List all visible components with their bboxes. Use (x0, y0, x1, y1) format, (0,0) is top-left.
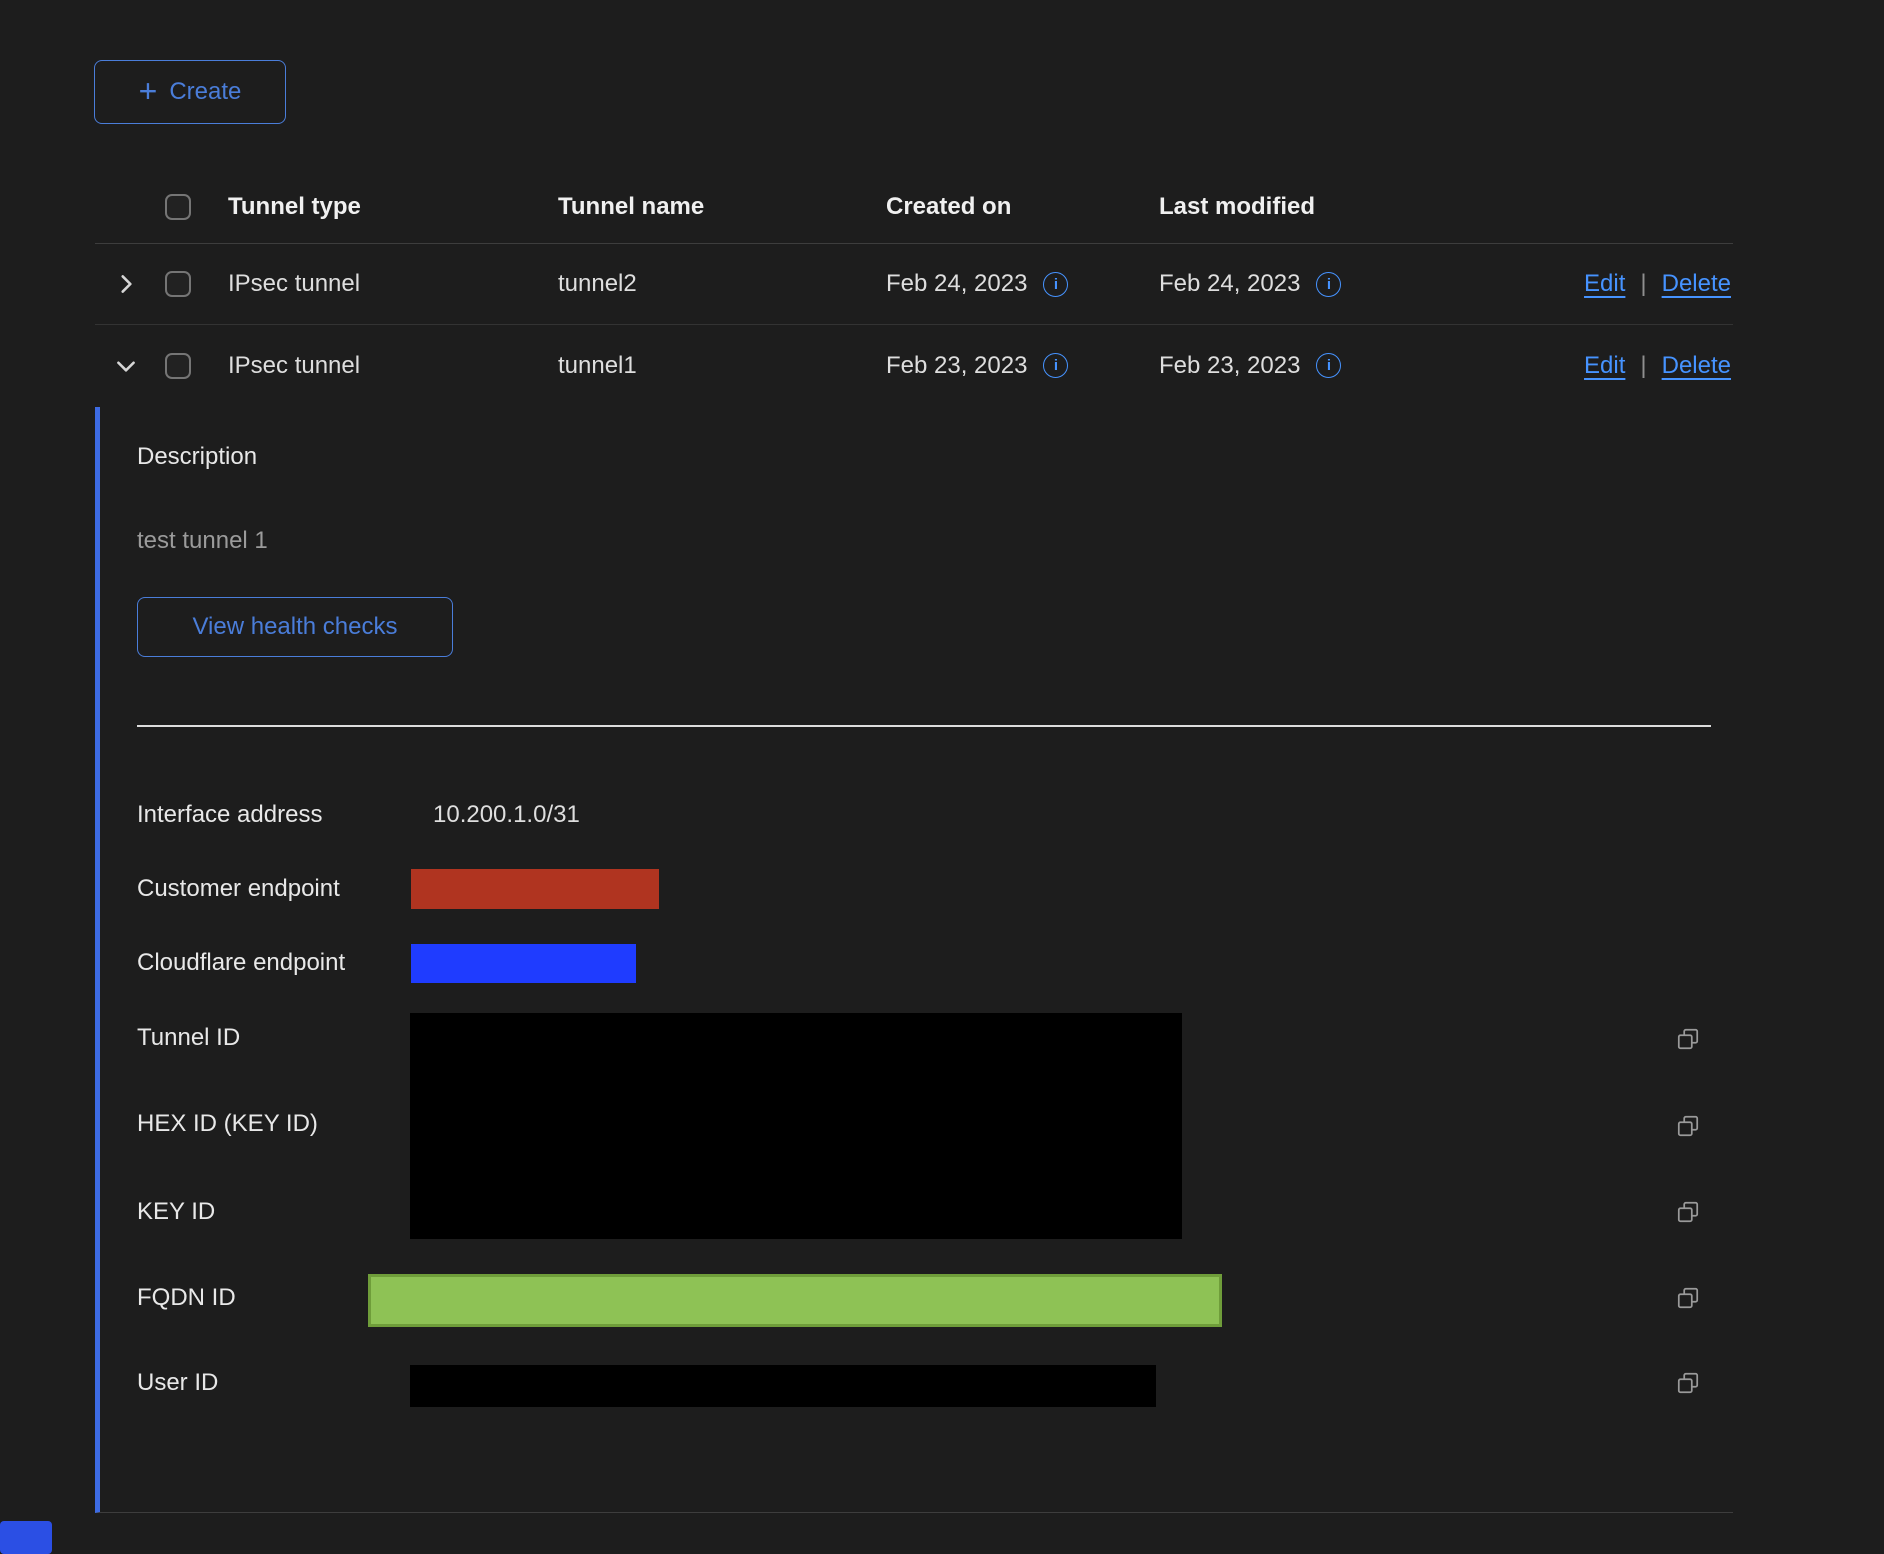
redacted-cloudflare-endpoint-value (411, 944, 636, 983)
tunnel-type-cell: IPsec tunnel (228, 270, 558, 298)
plus-icon: + (139, 75, 158, 107)
info-icon[interactable]: i (1043, 272, 1068, 297)
user-id-label: User ID (137, 1369, 218, 1397)
cloudflare-endpoint-label: Cloudflare endpoint (137, 949, 345, 977)
copy-icon[interactable] (1675, 1026, 1701, 1052)
table-row: IPsec tunnel tunnel1 Feb 23, 2023 i Feb … (95, 325, 1733, 406)
tunnel-id-label: Tunnel ID (137, 1024, 240, 1052)
description-value: test tunnel 1 (137, 527, 268, 555)
action-separator: | (1640, 352, 1646, 380)
interface-address-value: 10.200.1.0/31 (433, 801, 580, 829)
copy-icon[interactable] (1675, 1370, 1701, 1396)
created-on-value: Feb 24, 2023 (886, 270, 1027, 298)
create-button[interactable]: + Create (94, 60, 286, 124)
column-header-tunnel-name: Tunnel name (558, 193, 886, 221)
table-row: IPsec tunnel tunnel2 Feb 24, 2023 i Feb … (95, 244, 1733, 325)
tunnels-table: Tunnel type Tunnel name Created on Last … (95, 170, 1733, 406)
section-divider (137, 725, 1711, 727)
tunnel-name-cell: tunnel2 (558, 270, 886, 298)
copy-icon[interactable] (1675, 1199, 1701, 1225)
column-header-tunnel-type: Tunnel type (228, 193, 558, 221)
chevron-down-icon[interactable] (113, 353, 139, 379)
delete-link[interactable]: Delete (1662, 270, 1731, 298)
create-button-label: Create (169, 78, 241, 106)
description-label: Description (137, 443, 257, 471)
chevron-right-icon[interactable] (113, 271, 139, 297)
last-modified-value: Feb 23, 2023 (1159, 352, 1300, 380)
customer-endpoint-label: Customer endpoint (137, 875, 340, 903)
copy-icon[interactable] (1675, 1285, 1701, 1311)
redacted-fqdn-id-value (368, 1274, 1222, 1327)
copy-icon[interactable] (1675, 1113, 1701, 1139)
key-id-label: KEY ID (137, 1198, 215, 1226)
row-checkbox[interactable] (165, 353, 191, 379)
select-all-checkbox[interactable] (165, 194, 191, 220)
partial-blue-element (0, 1521, 52, 1554)
last-modified-value: Feb 24, 2023 (1159, 270, 1300, 298)
table-header-row: Tunnel type Tunnel name Created on Last … (95, 170, 1733, 244)
info-icon[interactable]: i (1316, 353, 1341, 378)
delete-link[interactable]: Delete (1662, 352, 1731, 380)
hex-id-label: HEX ID (KEY ID) (137, 1110, 318, 1138)
edit-link[interactable]: Edit (1584, 352, 1625, 380)
interface-address-label: Interface address (137, 801, 322, 829)
redacted-user-id-value (410, 1365, 1156, 1407)
created-on-value: Feb 23, 2023 (886, 352, 1027, 380)
row-checkbox[interactable] (165, 271, 191, 297)
action-separator: | (1640, 270, 1646, 298)
redacted-customer-endpoint-value (411, 869, 659, 909)
edit-link[interactable]: Edit (1584, 270, 1625, 298)
info-icon[interactable]: i (1043, 353, 1068, 378)
info-icon[interactable]: i (1316, 272, 1341, 297)
view-health-checks-button[interactable]: View health checks (137, 597, 453, 657)
tunnel-type-cell: IPsec tunnel (228, 352, 558, 380)
column-header-last-modified: Last modified (1159, 193, 1542, 221)
tunnel-name-cell: tunnel1 (558, 352, 886, 380)
tunnel-details-panel: Description test tunnel 1 View health ch… (95, 407, 1733, 1513)
redacted-id-values-block (410, 1013, 1182, 1239)
fqdn-id-label: FQDN ID (137, 1284, 236, 1312)
column-header-created-on: Created on (886, 193, 1159, 221)
